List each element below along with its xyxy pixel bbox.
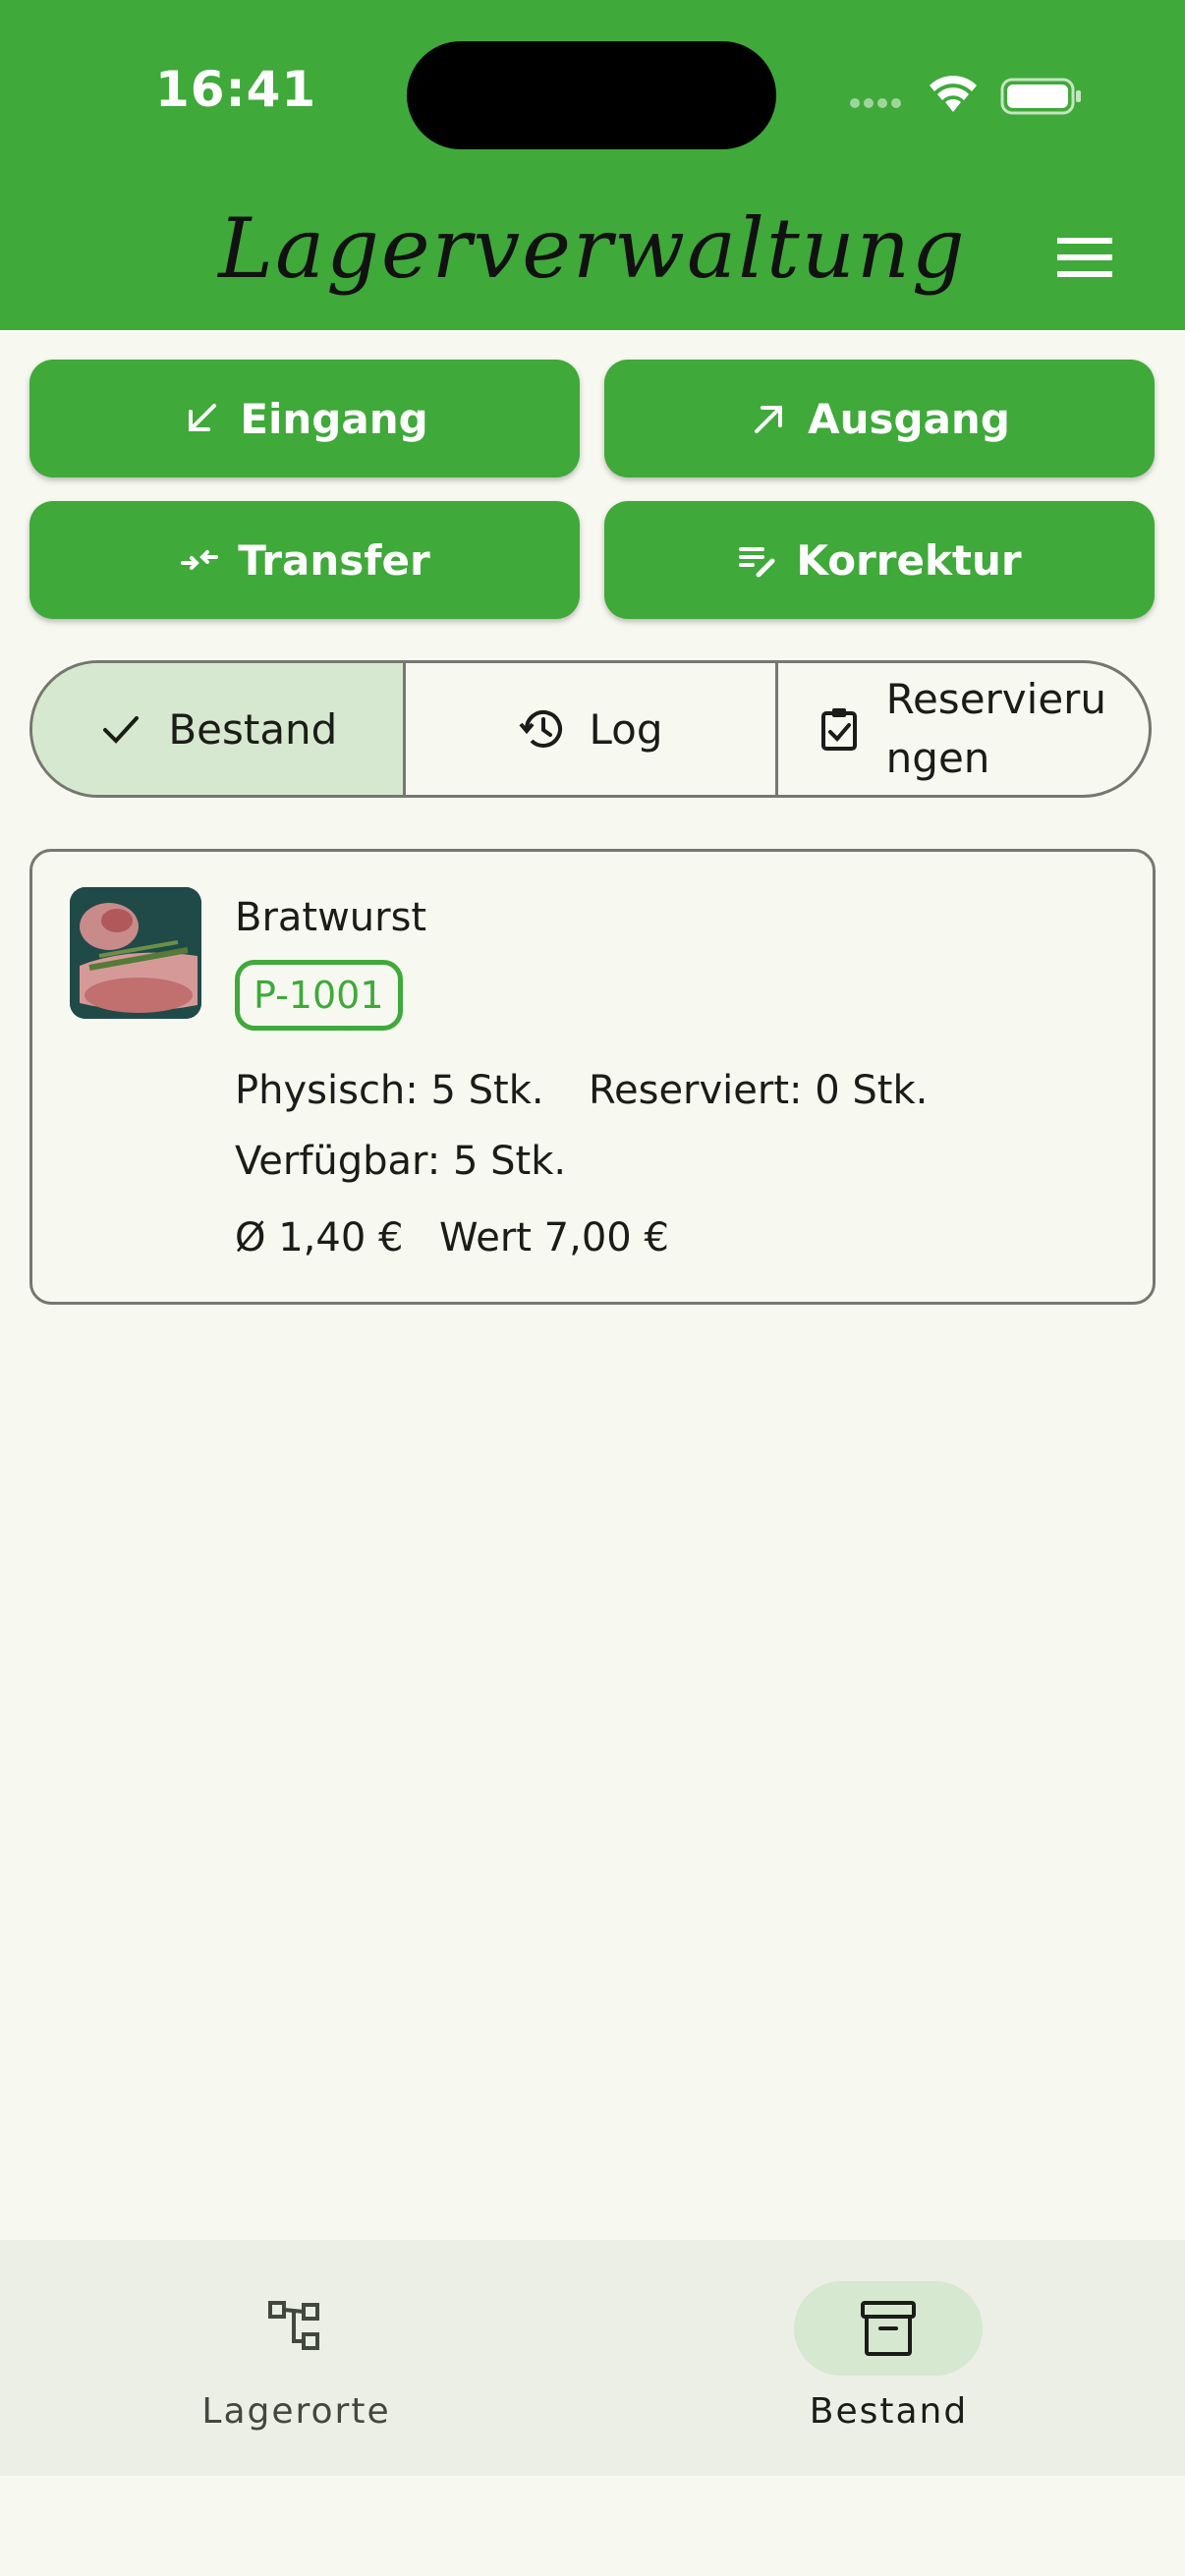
tab-log-label: Log [589, 704, 663, 754]
tab-bestand-label: Bestand [168, 704, 338, 754]
dynamic-island [407, 41, 776, 149]
app-title: Lagerverwaltung [218, 200, 967, 297]
status-time: 16:41 [155, 61, 317, 118]
clipboard-check-icon [820, 708, 857, 751]
eingang-label: Eingang [240, 394, 428, 443]
stock-item-card[interactable]: Bratwurst P-1001 Physisch: 5 Stk. Reserv… [29, 849, 1156, 1305]
history-icon [519, 709, 563, 748]
product-name: Bratwurst [235, 895, 427, 940]
tab-reservierungen-label: Reservierungen [885, 675, 1107, 782]
avg-price-text: Ø 1,40 € [235, 1215, 404, 1260]
verfuegbar-text: Verfügbar: 5 Stk. [235, 1139, 567, 1184]
sku-badge: P-1001 [235, 960, 403, 1031]
wifi-icon [930, 76, 977, 112]
nav-item-bestand[interactable]: Bestand [592, 2240, 1185, 2476]
tab-log[interactable]: Log [402, 663, 776, 795]
menu-icon[interactable] [1049, 232, 1120, 283]
bottom-navigation: Lagerorte Bestand [0, 2240, 1185, 2476]
transfer-label: Transfer [238, 535, 430, 585]
arrow-down-left-icon [189, 404, 217, 431]
tab-bestand[interactable]: Bestand [32, 663, 403, 795]
product-image [70, 887, 201, 1019]
ausgang-label: Ausgang [808, 394, 1010, 443]
edit-note-icon [739, 547, 775, 578]
battery-icon [1000, 78, 1081, 115]
transfer-arrows-icon [181, 550, 219, 570]
hierarchy-icon [268, 2301, 319, 2350]
app-header: 16:41 Lagerverwaltung [0, 0, 1185, 330]
physisch-text: Physisch: 5 Stk. [235, 1068, 544, 1113]
eingang-button[interactable]: Eingang [29, 360, 580, 477]
tab-reservierungen[interactable]: Reservierungen [775, 663, 1149, 795]
view-segmented-control: Bestand Log Reservierungen [29, 660, 1152, 798]
reserviert-text: Reserviert: 0 Stk. [589, 1068, 929, 1113]
nav-label-bestand: Bestand [809, 2391, 969, 2432]
check-icon [103, 716, 140, 744]
korrektur-label: Korrektur [796, 535, 1022, 585]
arrow-up-right-icon [755, 406, 783, 433]
ausgang-button[interactable]: Ausgang [604, 360, 1155, 477]
cellular-signal-icon [850, 98, 901, 108]
transfer-button[interactable]: Transfer [29, 501, 580, 619]
korrektur-button[interactable]: Korrektur [604, 501, 1155, 619]
archive-box-icon [861, 2301, 916, 2356]
nav-item-lagerorte[interactable]: Lagerorte [0, 2240, 592, 2476]
total-value-text: Wert 7,00 € [439, 1215, 669, 1260]
nav-label-lagerorte: Lagerorte [201, 2391, 391, 2432]
